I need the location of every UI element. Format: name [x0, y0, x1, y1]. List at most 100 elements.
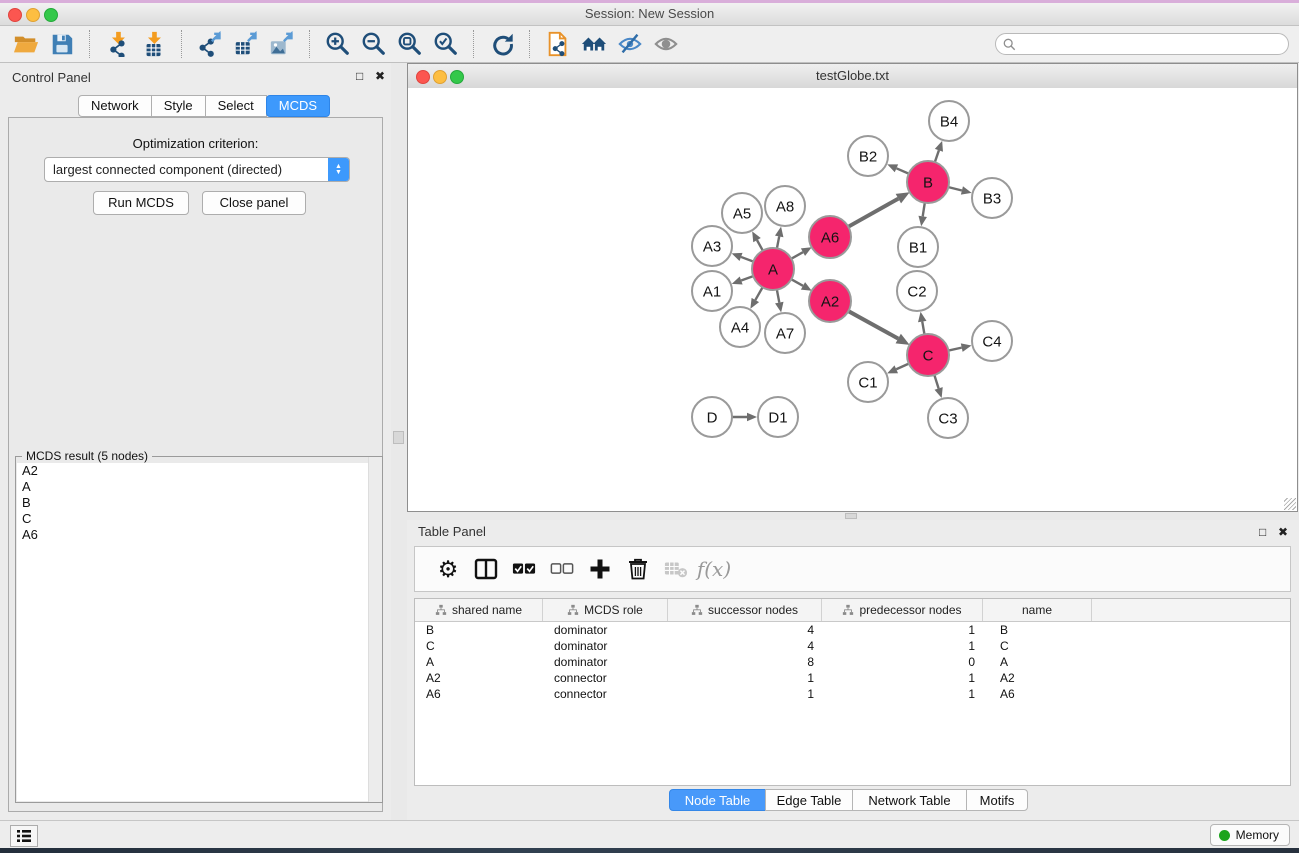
column-header-MCDS-role[interactable]: MCDS role	[543, 599, 668, 621]
table-cell: A	[415, 655, 543, 669]
control-panel-tabs: NetworkStyleSelectMCDS	[78, 95, 329, 117]
graph-node-label: A5	[733, 205, 751, 222]
table-cell: A2	[983, 671, 1092, 685]
tab-network-table[interactable]: Network Table	[852, 789, 967, 811]
table-cell: 1	[822, 671, 983, 685]
network-canvas[interactable]: B4B2BB3A5A8A6A3B1AA1C2A2A4A7C4CC1DD1C3	[408, 88, 1297, 511]
settings-gear-icon[interactable]: ⚙	[429, 552, 467, 586]
mcds-result-list[interactable]: A2ABCA6	[17, 463, 381, 801]
table-row[interactable]: Bdominator41B	[415, 622, 1290, 638]
tab-motifs[interactable]: Motifs	[966, 789, 1028, 811]
close-panel-icon[interactable]: ✖	[1278, 525, 1288, 539]
refresh-icon[interactable]	[484, 29, 520, 59]
optimization-select-value: largest connected component (directed)	[45, 162, 328, 177]
scrollbar[interactable]	[368, 457, 382, 802]
export-image-icon[interactable]	[264, 29, 300, 59]
function-builder-icon[interactable]: f(x)	[695, 552, 733, 586]
run-mcds-button[interactable]: Run MCDS	[93, 191, 189, 215]
arrowhead-icon	[961, 186, 972, 194]
graph-node-label: A8	[776, 198, 794, 215]
graph-edge-A6-B[interactable]	[846, 199, 899, 229]
arrowhead-icon	[918, 216, 927, 227]
table-cell: A2	[415, 671, 543, 685]
table-row[interactable]: Cdominator41C	[415, 638, 1290, 654]
graph-node-label: A7	[776, 325, 794, 342]
export-network-icon[interactable]	[192, 29, 228, 59]
toolbar-separator	[473, 30, 475, 58]
table-cell: connector	[543, 671, 668, 685]
export-table-icon[interactable]	[228, 29, 264, 59]
float-panel-icon[interactable]: □	[1259, 525, 1266, 539]
home-icon[interactable]	[576, 29, 612, 59]
zoom-in-icon[interactable]	[320, 29, 356, 59]
import-network-icon[interactable]	[100, 29, 136, 59]
zoom-selected-icon[interactable]	[428, 29, 464, 59]
table-row[interactable]: A6connector11A6	[415, 686, 1290, 702]
table-cell: 1	[822, 623, 983, 637]
mcds-result-item[interactable]: A6	[17, 527, 381, 543]
tab-edge-table[interactable]: Edge Table	[765, 789, 853, 811]
network-window-titlebar: testGlobe.txt	[408, 64, 1297, 89]
optimization-select[interactable]: largest connected component (directed) ▲…	[44, 157, 350, 182]
deselect-all-icon[interactable]	[543, 552, 581, 586]
tab-style[interactable]: Style	[151, 95, 206, 117]
float-panel-icon[interactable]: □	[356, 69, 363, 83]
control-panel-title: Control Panel	[12, 70, 91, 85]
select-all-icon[interactable]	[505, 552, 543, 586]
attribute-icon	[567, 604, 579, 616]
close-panel-button[interactable]: Close panel	[202, 191, 306, 215]
close-panel-icon[interactable]: ✖	[375, 69, 385, 83]
tab-node-table[interactable]: Node Table	[669, 789, 766, 811]
toolbar-separator	[89, 30, 91, 58]
column-header-name[interactable]: name	[983, 599, 1092, 621]
arrowhead-icon	[961, 343, 972, 351]
show-eye-icon[interactable]	[648, 29, 684, 59]
select-stepper-icon: ▲▼	[328, 158, 349, 181]
tab-mcds[interactable]: MCDS	[266, 95, 330, 117]
add-column-icon[interactable]	[581, 552, 619, 586]
zoom-fit-icon[interactable]	[392, 29, 428, 59]
table-header-row: shared nameMCDS rolesuccessor nodesprede…	[415, 599, 1290, 622]
splitter-grip[interactable]	[845, 513, 857, 519]
column-header-shared-name[interactable]: shared name	[415, 599, 543, 621]
table-row[interactable]: A2connector11A2	[415, 670, 1290, 686]
splitter-horizontal[interactable]	[407, 512, 1299, 520]
split-panel-icon[interactable]	[467, 552, 505, 586]
graph-node-label: B4	[940, 113, 958, 130]
zoom-out-icon[interactable]	[356, 29, 392, 59]
delete-column-icon[interactable]	[619, 552, 657, 586]
arrowhead-icon	[732, 253, 743, 261]
table-tabs: Node TableEdge TableNetwork TableMotifs	[669, 789, 1027, 811]
tab-network[interactable]: Network	[78, 95, 152, 117]
graph-edge-A2-C[interactable]	[846, 310, 898, 339]
delete-table-icon[interactable]	[657, 552, 695, 586]
table-body: Bdominator41BCdominator41CAdominator80AA…	[415, 622, 1290, 702]
column-header-predecessor-nodes[interactable]: predecessor nodes	[822, 599, 983, 621]
search-input[interactable]	[1020, 36, 1288, 52]
table-cell: 1	[822, 639, 983, 653]
memory-button[interactable]: Memory	[1210, 824, 1290, 846]
import-table-icon[interactable]	[136, 29, 172, 59]
network-document-icon[interactable]	[540, 29, 576, 59]
graph-node-label: C3	[938, 410, 957, 427]
mcds-result-item[interactable]: A	[17, 479, 381, 495]
column-header-successor-nodes[interactable]: successor nodes	[668, 599, 822, 621]
hide-details-icon[interactable]	[612, 29, 648, 59]
task-history-button[interactable]	[10, 825, 38, 847]
arrowhead-icon	[935, 141, 943, 152]
search-box[interactable]	[995, 33, 1289, 55]
save-session-icon[interactable]	[44, 29, 80, 59]
tab-select[interactable]: Select	[205, 95, 267, 117]
resize-grip[interactable]	[1284, 498, 1296, 510]
mcds-result-item[interactable]: C	[17, 511, 381, 527]
table-cell: 4	[668, 623, 822, 637]
memory-label: Memory	[1236, 828, 1279, 842]
mcds-result-item[interactable]: B	[17, 495, 381, 511]
splitter-vertical[interactable]	[391, 63, 407, 820]
open-session-icon[interactable]	[8, 29, 44, 59]
mcds-result-item[interactable]: A2	[17, 463, 381, 479]
graph-node-label: B1	[909, 239, 927, 256]
table-row[interactable]: Adominator80A	[415, 654, 1290, 670]
splitter-grip[interactable]	[393, 431, 404, 444]
optimization-criterion-label: Optimization criterion:	[9, 136, 382, 151]
